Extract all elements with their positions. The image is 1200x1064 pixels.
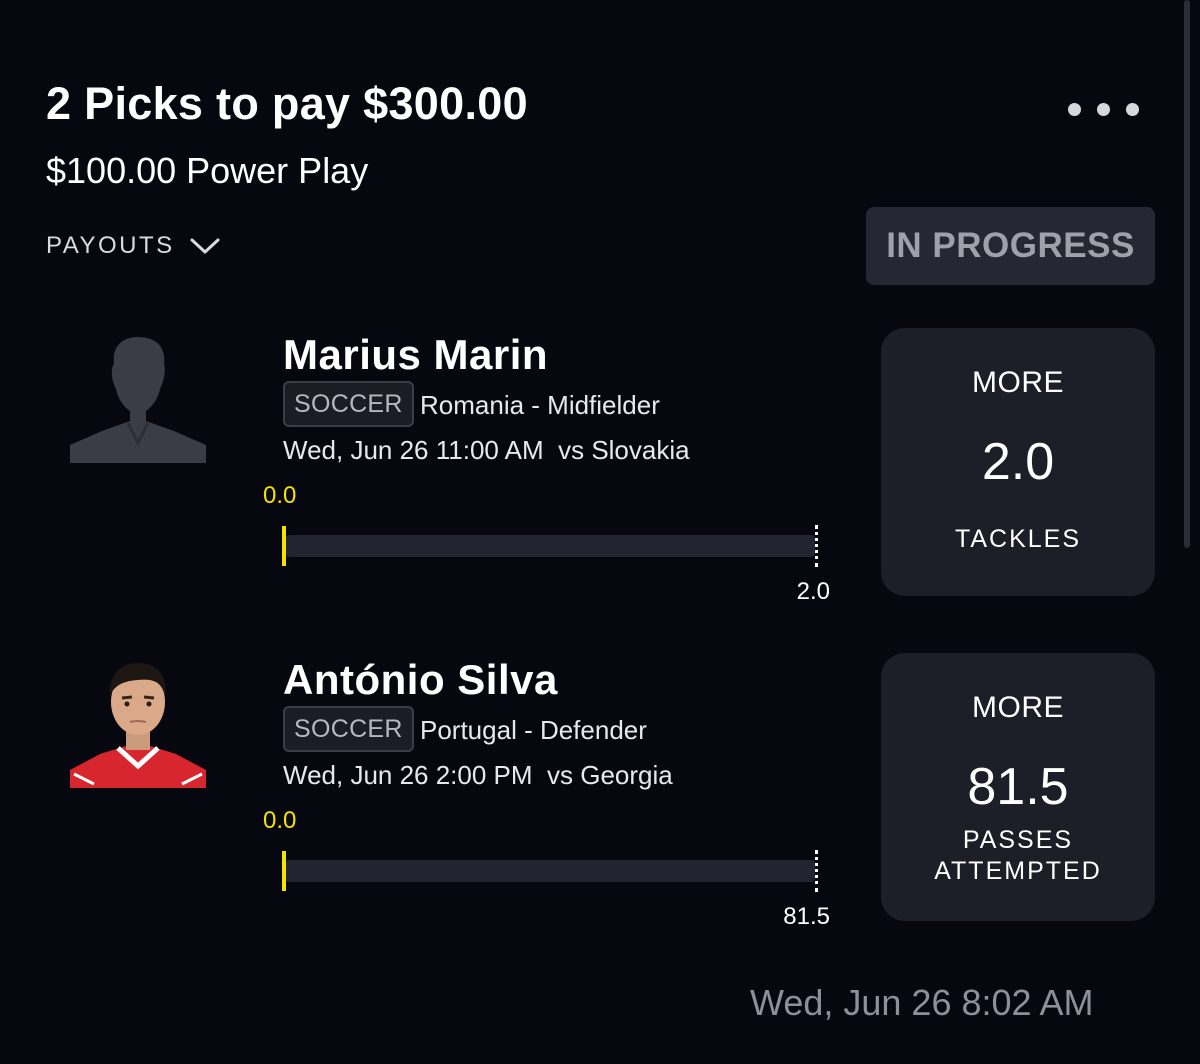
progress-marker bbox=[282, 851, 286, 891]
payouts-label: PAYOUTS bbox=[46, 232, 175, 259]
player-name: Marius Marin bbox=[283, 331, 549, 378]
current-value: 0.0 bbox=[263, 482, 297, 509]
status-label: IN PROGRESS bbox=[886, 226, 1135, 265]
pick-direction: MORE bbox=[972, 691, 1064, 724]
more-dot-icon bbox=[1097, 102, 1110, 116]
more-dot-icon bbox=[1068, 102, 1081, 116]
player-avatar-photo bbox=[70, 662, 206, 788]
stat-name: TACKLES bbox=[954, 525, 1082, 553]
more-options-button[interactable] bbox=[1068, 96, 1158, 122]
sport-chip: SOCCER bbox=[283, 381, 414, 427]
team-position: Romania - Midfielder bbox=[420, 390, 660, 420]
pick-row: António Silva SOCCER Portugal - Defender… bbox=[0, 653, 1200, 953]
game-time: Wed, Jun 26 2:00 PM vs Georgia bbox=[283, 760, 673, 790]
progress-marker bbox=[282, 526, 286, 566]
entry-screen: 2 Picks to pay $300.00 $100.00 Power Pla… bbox=[0, 0, 1200, 1064]
scrollbar[interactable] bbox=[1184, 0, 1190, 548]
target-value: 81.5 bbox=[783, 903, 830, 930]
stat-line-value: 81.5 bbox=[967, 758, 1069, 816]
progress-track bbox=[285, 860, 815, 882]
sport-label: SOCCER bbox=[294, 389, 403, 418]
target-marker bbox=[815, 525, 818, 567]
stat-name: PASSES ATTEMPTED bbox=[881, 825, 1155, 887]
entry-timestamp: Wed, Jun 26 8:02 AM bbox=[750, 982, 1094, 1023]
pick-direction: MORE bbox=[972, 366, 1064, 399]
current-value: 0.0 bbox=[263, 807, 297, 834]
stat-card[interactable]: MORE 81.5 PASSES ATTEMPTED bbox=[881, 653, 1155, 921]
entry-title: 2 Picks to pay $300.00 bbox=[46, 78, 528, 129]
more-dot-icon bbox=[1126, 102, 1139, 116]
player-name: António Silva bbox=[283, 656, 558, 703]
player-avatar-placeholder bbox=[70, 337, 206, 463]
team-position: Portugal - Defender bbox=[420, 715, 647, 745]
stat-name-line: ATTEMPTED bbox=[934, 857, 1102, 885]
target-marker bbox=[815, 850, 818, 892]
target-value: 2.0 bbox=[796, 578, 830, 605]
game-time: Wed, Jun 26 11:00 AM vs Slovakia bbox=[283, 435, 690, 465]
chevron-down-icon bbox=[190, 238, 220, 254]
stat-card[interactable]: MORE 2.0 TACKLES bbox=[881, 328, 1155, 596]
sport-label: SOCCER bbox=[294, 714, 403, 743]
pick-row: Marius Marin SOCCER Romania - Midfielder… bbox=[0, 328, 1200, 628]
sport-chip: SOCCER bbox=[283, 706, 414, 752]
progress-track bbox=[285, 535, 815, 557]
status-badge: IN PROGRESS bbox=[866, 207, 1155, 285]
entry-subtitle: $100.00 Power Play bbox=[46, 150, 369, 191]
stat-name-line: PASSES bbox=[962, 826, 1074, 854]
stat-line-value: 2.0 bbox=[981, 433, 1055, 491]
payouts-toggle[interactable]: PAYOUTS bbox=[46, 232, 221, 260]
